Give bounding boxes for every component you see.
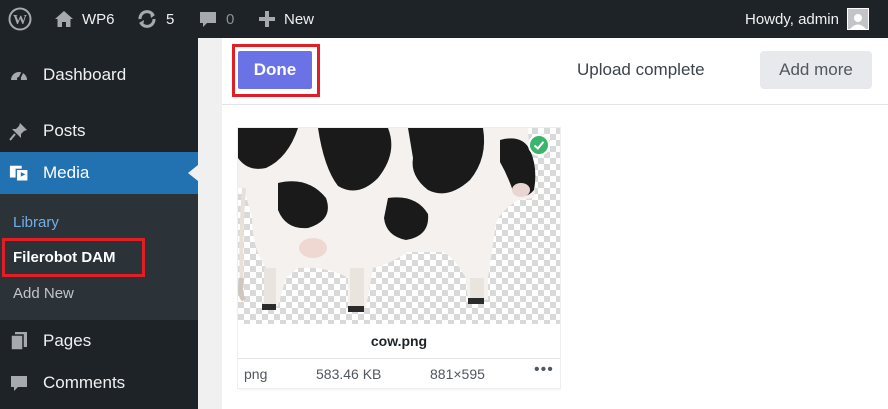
main-content: Done Upload complete Add more cow.png pn… — [198, 38, 888, 409]
sidebar-item-label: Dashboard — [43, 65, 127, 84]
upload-panel: Done Upload complete Add more cow.png pn… — [222, 38, 888, 409]
sidebar-item-dashboard[interactable]: Dashboard — [0, 54, 198, 96]
done-highlight-box — [232, 44, 320, 97]
submenu-item-add-new[interactable]: Add New — [13, 285, 74, 302]
pages-icon — [9, 331, 29, 351]
file-name: cow.png — [370, 333, 428, 349]
sidebar-item-media[interactable]: Media — [0, 152, 198, 194]
image-thumbnail[interactable] — [238, 128, 560, 324]
media-icon — [9, 163, 29, 183]
sidebar-item-label: Posts — [43, 121, 86, 140]
sidebar-item-comments[interactable]: Comments — [0, 362, 198, 404]
file-meta-row: png 583.46 KB 881×595 ••• — [238, 358, 560, 388]
upload-status: Upload complete — [577, 60, 705, 79]
comments-count: 0 — [226, 10, 235, 28]
admin-bar: W WP6 5 0 New Howdy, admin — [0, 0, 888, 38]
add-more-button[interactable]: Add more — [760, 51, 872, 89]
avatar — [846, 8, 869, 30]
user-account-link[interactable]: Howdy, admin — [745, 0, 869, 38]
sidebar-item-label: Pages — [43, 331, 92, 350]
cow-image — [238, 128, 536, 312]
comment-bubble-icon — [198, 9, 218, 29]
more-options-icon[interactable]: ••• — [534, 361, 554, 379]
file-type: png — [244, 366, 268, 382]
dashboard-icon — [9, 65, 29, 85]
uploaded-file-card[interactable]: cow.png png 583.46 KB 881×595 ••• — [238, 128, 560, 388]
upload-panel-header: Done Upload complete Add more — [222, 38, 888, 105]
plus-icon — [258, 10, 276, 28]
svg-text:W: W — [13, 13, 27, 28]
sidebar-item-label: Comments — [43, 373, 126, 392]
upload-success-check-icon — [528, 134, 550, 156]
active-menu-arrow — [188, 165, 198, 181]
updates-icon — [136, 9, 158, 29]
updates-count: 5 — [166, 10, 175, 28]
sidebar-item-pages[interactable]: Pages — [0, 320, 198, 362]
updates-link[interactable]: 5 — [136, 0, 174, 38]
new-label: New — [284, 10, 315, 28]
file-size: 583.46 KB — [316, 366, 382, 382]
file-dimensions: 881×595 — [430, 366, 485, 382]
home-icon — [54, 10, 74, 28]
comments-link[interactable]: 0 — [198, 0, 234, 38]
sidebar-item-label: Media — [43, 163, 90, 182]
admin-sidebar: Dashboard Posts Media Library Filerobot … — [0, 38, 198, 409]
submenu-item-library[interactable]: Library — [13, 214, 59, 231]
site-name-link[interactable]: WP6 — [54, 0, 115, 38]
user-greeting: Howdy, admin — [745, 10, 839, 28]
filerobot-highlight-box — [2, 238, 145, 277]
pushpin-icon — [9, 121, 29, 141]
new-content-link[interactable]: New — [258, 0, 314, 38]
site-name: WP6 — [82, 10, 115, 28]
sidebar-item-posts[interactable]: Posts — [0, 110, 198, 152]
wordpress-logo-icon[interactable]: W — [8, 0, 32, 38]
comment-bubble-icon — [9, 373, 29, 393]
